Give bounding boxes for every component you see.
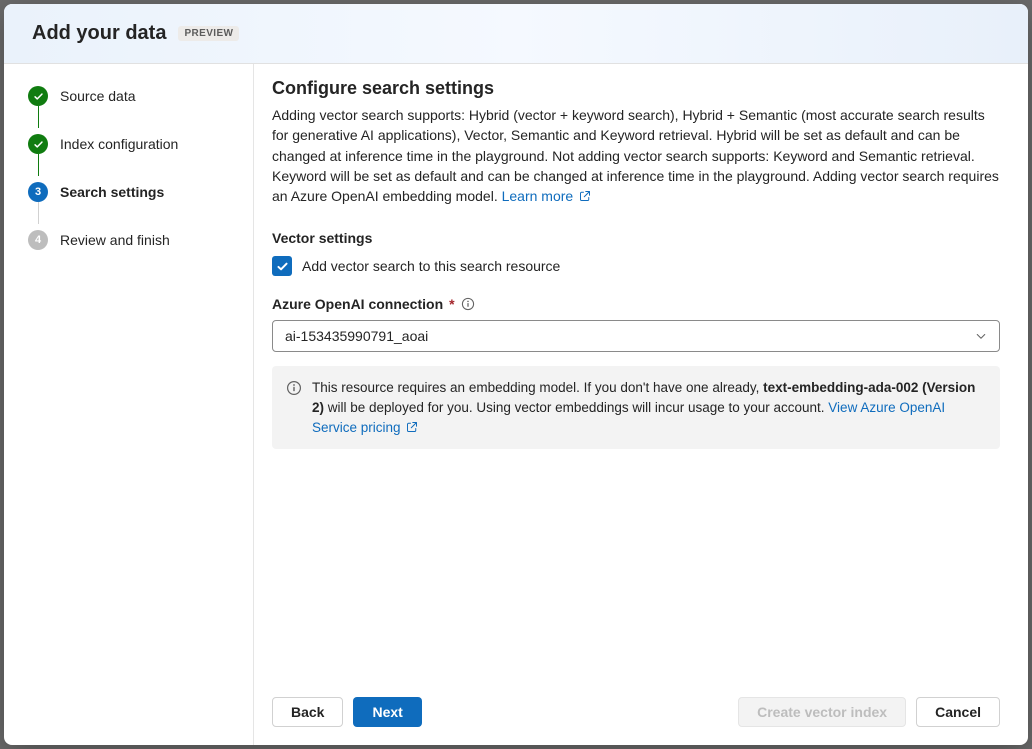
back-button[interactable]: Back bbox=[272, 697, 343, 727]
step-search-settings[interactable]: 3 Search settings bbox=[28, 178, 243, 206]
modal-title: Add your data bbox=[32, 22, 166, 45]
vector-search-checkbox-row[interactable]: Add vector search to this search resourc… bbox=[272, 256, 1000, 276]
azure-openai-connection-select[interactable]: ai-153435990791_aoai bbox=[272, 320, 1000, 352]
vector-settings-label: Vector settings bbox=[272, 230, 1000, 246]
wizard-footer: Back Next Create vector index Cancel bbox=[272, 681, 1000, 727]
section-title: Configure search settings bbox=[272, 78, 1000, 99]
info-icon bbox=[286, 378, 302, 437]
preview-badge: PREVIEW bbox=[178, 26, 239, 41]
checkmark-icon bbox=[28, 134, 48, 154]
section-description: Adding vector search supports: Hybrid (v… bbox=[272, 105, 1000, 206]
external-link-icon bbox=[406, 421, 418, 433]
wizard-steps: Source data Index configuration 3 Search… bbox=[4, 64, 254, 745]
step-label: Source data bbox=[60, 88, 136, 104]
learn-more-link[interactable]: Learn more bbox=[502, 188, 591, 204]
step-label: Review and finish bbox=[60, 232, 170, 248]
checkmark-icon bbox=[28, 86, 48, 106]
external-link-icon bbox=[579, 190, 591, 202]
modal-header: Add your data PREVIEW bbox=[4, 4, 1028, 64]
modal-body: Source data Index configuration 3 Search… bbox=[4, 64, 1028, 745]
embedding-info-panel: This resource requires an embedding mode… bbox=[272, 366, 1000, 449]
step-source-data[interactable]: Source data bbox=[28, 82, 243, 110]
content-panel: Configure search settings Adding vector … bbox=[254, 64, 1028, 745]
azure-openai-connection-label: Azure OpenAI connection * bbox=[272, 296, 1000, 312]
step-label: Index configuration bbox=[60, 136, 178, 152]
step-label: Search settings bbox=[60, 184, 164, 200]
select-value: ai-153435990791_aoai bbox=[285, 328, 428, 344]
step-number-icon: 3 bbox=[28, 182, 48, 202]
next-button[interactable]: Next bbox=[353, 697, 421, 727]
step-index-configuration[interactable]: Index configuration bbox=[28, 130, 243, 158]
step-review-finish[interactable]: 4 Review and finish bbox=[28, 226, 243, 254]
chevron-down-icon bbox=[975, 330, 987, 342]
required-indicator: * bbox=[449, 296, 454, 312]
create-vector-index-button: Create vector index bbox=[738, 697, 906, 727]
info-icon[interactable] bbox=[461, 297, 475, 311]
checkbox-checked-icon[interactable] bbox=[272, 256, 292, 276]
step-number-icon: 4 bbox=[28, 230, 48, 250]
add-your-data-modal: Add your data PREVIEW Source data Index … bbox=[4, 4, 1028, 745]
info-text: This resource requires an embedding mode… bbox=[312, 378, 986, 437]
content-scroll[interactable]: Configure search settings Adding vector … bbox=[272, 78, 1000, 681]
cancel-button[interactable]: Cancel bbox=[916, 697, 1000, 727]
checkbox-label: Add vector search to this search resourc… bbox=[302, 258, 560, 274]
